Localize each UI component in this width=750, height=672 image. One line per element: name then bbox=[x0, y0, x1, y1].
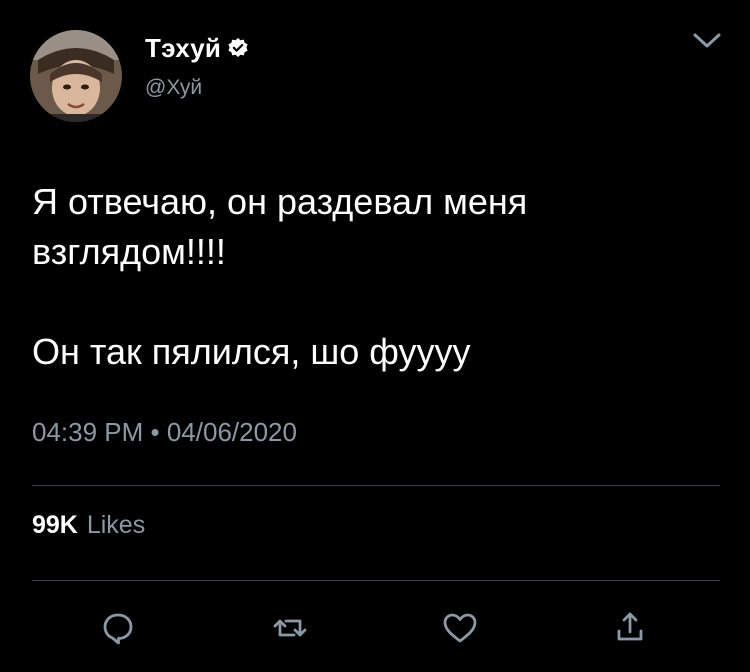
display-name[interactable]: Тэхуй bbox=[145, 33, 221, 64]
heart-icon[interactable] bbox=[440, 608, 480, 648]
share-icon[interactable] bbox=[610, 608, 650, 648]
verified-badge-icon bbox=[227, 37, 249, 59]
chevron-down-icon[interactable] bbox=[692, 30, 722, 52]
retweet-icon[interactable] bbox=[270, 608, 310, 648]
avatar[interactable] bbox=[30, 30, 122, 122]
divider bbox=[32, 485, 720, 486]
likes-label: Likes bbox=[86, 511, 146, 539]
user-handle[interactable]: @Хуй bbox=[145, 76, 202, 100]
author-name-row[interactable]: Тэхуй bbox=[145, 30, 249, 66]
likes-stat[interactable]: 99K Likes bbox=[32, 511, 145, 540]
tweet-text: Я отвечаю, он раздевал меня взглядом!!!!… bbox=[32, 181, 528, 372]
likes-count: 99K bbox=[32, 511, 78, 539]
tweet-timestamp[interactable]: 04:39 PM • 04/06/2020 bbox=[32, 417, 297, 448]
tweet-card: Тэхуй @Хуй Я отвечаю, он раздевал меня в… bbox=[0, 0, 750, 672]
divider bbox=[32, 580, 720, 581]
reply-icon[interactable] bbox=[98, 608, 138, 648]
